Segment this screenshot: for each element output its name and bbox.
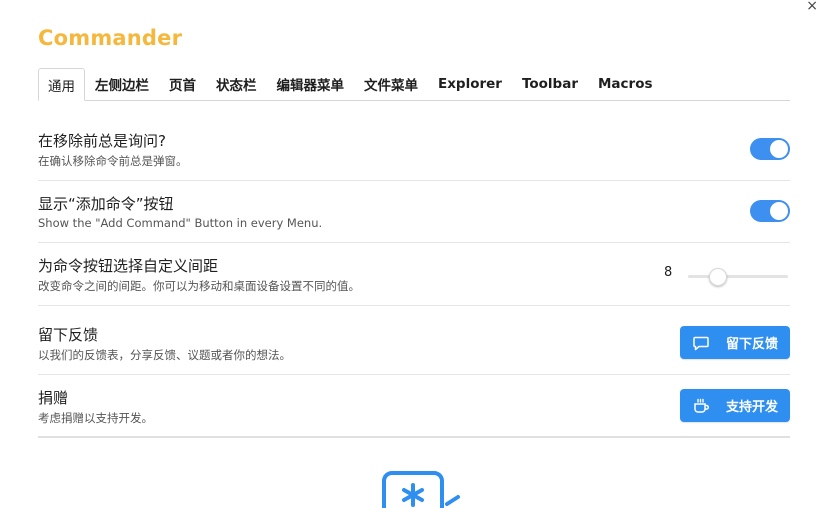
commander-logo-icon — [382, 471, 460, 508]
setting-donate: 捐赠 考虑捐赠以支持开发。 支持开发 — [38, 375, 790, 438]
toggle-knob — [770, 140, 788, 158]
plugin-title: Commander — [38, 26, 183, 50]
setting-title: 在移除前总是询问? — [38, 132, 166, 150]
setting-title: 显示“添加命令”按钮 — [38, 195, 174, 213]
button-label: 支持开发 — [726, 400, 779, 415]
coffee-icon — [692, 397, 710, 415]
setting-title: 留下反馈 — [38, 326, 99, 344]
setting-spacing: 为命令按钮选择自定义间距 改变命令之间的间距。你可以为移动和桌面设备设置不同的值… — [38, 243, 790, 306]
settings-tabs: 通用 左侧边栏 页首 状态栏 编辑器菜单 文件菜单 Explorer Toolb… — [38, 68, 790, 101]
setting-description: 以我们的反馈表，分享反馈、议题或者你的想法。 — [38, 348, 291, 362]
setting-feedback: 留下反馈 以我们的反馈表，分享反馈、议题或者你的想法。 留下反馈 — [38, 306, 790, 375]
support-development-button[interactable]: 支持开发 — [680, 389, 790, 422]
setting-confirm-remove: 在移除前总是询问? 在确认移除命令前总是弹窗。 — [38, 118, 790, 181]
tab-general[interactable]: 通用 — [38, 68, 85, 101]
setting-show-add-command: 显示“添加命令”按钮 Show the "Add Command" Button… — [38, 181, 790, 243]
tab-page-header[interactable]: 页首 — [159, 67, 206, 100]
setting-title: 捐赠 — [38, 389, 69, 407]
confirm-remove-toggle[interactable] — [750, 138, 790, 160]
setting-description: 改变命令之间的间距。你可以为移动和桌面设备设置不同的值。 — [38, 279, 360, 293]
show-add-command-toggle[interactable] — [750, 200, 790, 222]
spacing-value: 8 — [664, 265, 673, 280]
toggle-knob — [770, 202, 788, 220]
setting-description: 考虑捐赠以支持开发。 — [38, 411, 153, 425]
tab-left-sidebar[interactable]: 左侧边栏 — [85, 67, 159, 100]
leave-feedback-button[interactable]: 留下反馈 — [680, 326, 790, 359]
spacing-slider-thumb[interactable] — [709, 268, 727, 286]
close-icon[interactable]: × — [806, 0, 816, 14]
button-label: 留下反馈 — [726, 337, 779, 352]
setting-title: 为命令按钮选择自定义间距 — [38, 257, 219, 275]
setting-description: Show the "Add Command" Button in every M… — [38, 216, 323, 230]
tab-explorer[interactable]: Explorer — [428, 67, 512, 100]
tab-file-menu[interactable]: 文件菜单 — [354, 67, 428, 100]
tab-toolbar[interactable]: Toolbar — [512, 67, 588, 100]
tab-status-bar[interactable]: 状态栏 — [206, 67, 267, 100]
message-icon — [692, 334, 710, 352]
setting-description: 在确认移除命令前总是弹窗。 — [38, 154, 188, 168]
tab-macros[interactable]: Macros — [588, 67, 663, 100]
spacing-slider-track[interactable] — [688, 275, 788, 278]
tab-editor-menu[interactable]: 编辑器菜单 — [267, 67, 355, 100]
